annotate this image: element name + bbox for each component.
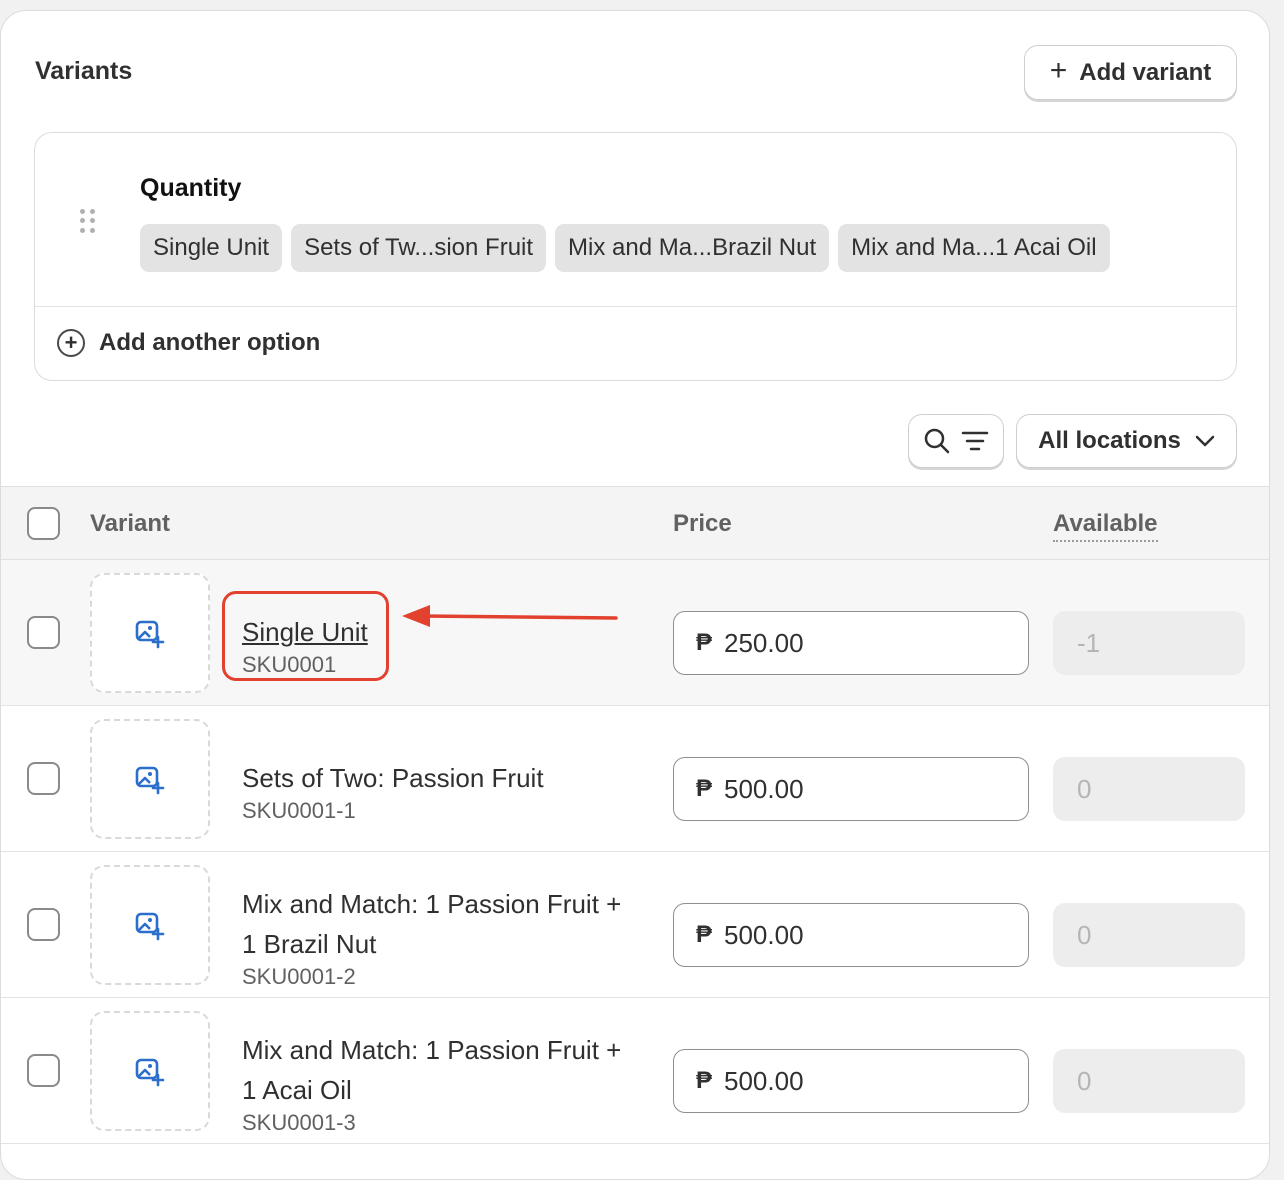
locations-label: All locations [1038,427,1181,454]
option-values: Single Unit Sets of Tw...sion Fruit Mix … [140,224,1110,272]
currency-symbol: ₱ [696,629,713,656]
chevron-down-icon [1195,435,1215,447]
column-header-available[interactable]: Available [1053,510,1158,542]
card-title: Variants [35,57,133,85]
variant-title-line: Mix and Match: 1 Passion Fruit + [242,1035,622,1065]
row-checkbox[interactable] [27,762,60,795]
price-value: 500.00 [724,1065,804,1096]
add-variant-button[interactable]: + Add variant [1024,45,1237,100]
available-field: 0 [1053,1049,1245,1113]
option-value-chip[interactable]: Mix and Ma...Brazil Nut [555,224,830,272]
annotation-arrow-icon [402,605,618,627]
add-image-button[interactable] [90,865,210,985]
option-editor: Quantity Single Unit Sets of Tw...sion F… [34,132,1237,381]
image-add-icon [135,1058,165,1087]
add-image-button[interactable] [90,1011,210,1131]
variant-sku: SKU0001-3 [242,1110,356,1135]
option-name[interactable]: Quantity [140,174,241,203]
add-image-button[interactable] [90,719,210,839]
image-add-icon [135,912,165,941]
variant-title[interactable]: Sets of Two: Passion Fruit [242,758,652,798]
price-input[interactable]: ₱ 250.00 [673,611,1029,675]
search-icon [924,428,950,454]
option-value-chip[interactable]: Mix and Ma...1 Acai Oil [838,224,1110,272]
filter-icon [961,431,989,451]
plus-icon: + [1049,54,1068,87]
price-value: 500.00 [724,919,804,950]
variant-title[interactable]: Mix and Match: 1 Passion Fruit + 1 Acai … [242,1030,652,1110]
price-input[interactable]: ₱ 500.00 [673,1049,1029,1113]
add-another-option-button[interactable]: + Add another option [57,329,320,357]
column-header-price: Price [673,510,732,537]
option-value-chip[interactable]: Single Unit [140,224,283,272]
image-add-icon [135,620,165,649]
add-image-button[interactable] [90,573,210,693]
row-checkbox[interactable] [27,1054,60,1087]
option-value-chip[interactable]: Sets of Tw...sion Fruit [291,224,547,272]
price-value: 250.00 [724,627,804,658]
table-row[interactable]: Sets of Two: Passion Fruit SKU0001-1 ₱ 5… [1,706,1269,852]
table-row[interactable]: Mix and Match: 1 Passion Fruit + 1 Brazi… [1,852,1269,998]
divider [35,306,1236,307]
locations-select[interactable]: All locations [1016,414,1237,468]
add-variant-label: Add variant [1079,58,1212,86]
currency-symbol: ₱ [696,1067,713,1094]
available-field: 0 [1053,903,1245,967]
currency-symbol: ₱ [696,775,713,802]
select-all-checkbox[interactable] [27,507,60,540]
available-field: 0 [1053,757,1245,821]
available-field: -1 [1053,611,1245,675]
column-header-variant: Variant [90,510,171,537]
price-value: 500.00 [724,773,804,804]
annotation-highlight-box [222,591,389,681]
plus-circle-icon: + [57,329,85,357]
table-row[interactable]: Mix and Match: 1 Passion Fruit + 1 Acai … [1,998,1269,1144]
drag-handle-icon[interactable] [80,209,96,233]
table-header: Variant Price Available [1,486,1269,560]
image-add-icon [135,766,165,795]
search-filter-button[interactable] [908,414,1004,468]
variants-card: Variants + Add variant Quantity Single U… [0,10,1270,1180]
add-option-label: Add another option [99,329,321,356]
currency-symbol: ₱ [696,921,713,948]
variant-title-line: Mix and Match: 1 Passion Fruit + [242,889,622,919]
variant-title[interactable]: Mix and Match: 1 Passion Fruit + 1 Brazi… [242,884,652,964]
variant-title-line: 1 Brazil Nut [242,929,377,959]
row-checkbox[interactable] [27,616,60,649]
price-input[interactable]: ₱ 500.00 [673,903,1029,967]
variant-title-line: 1 Acai Oil [242,1075,352,1105]
variant-sku: SKU0001-1 [242,798,356,823]
table-row[interactable]: Single Unit SKU0001 ₱ 250.00 -1 [1,560,1269,706]
price-input[interactable]: ₱ 500.00 [673,757,1029,821]
row-checkbox[interactable] [27,908,60,941]
variant-sku: SKU0001-2 [242,964,356,989]
